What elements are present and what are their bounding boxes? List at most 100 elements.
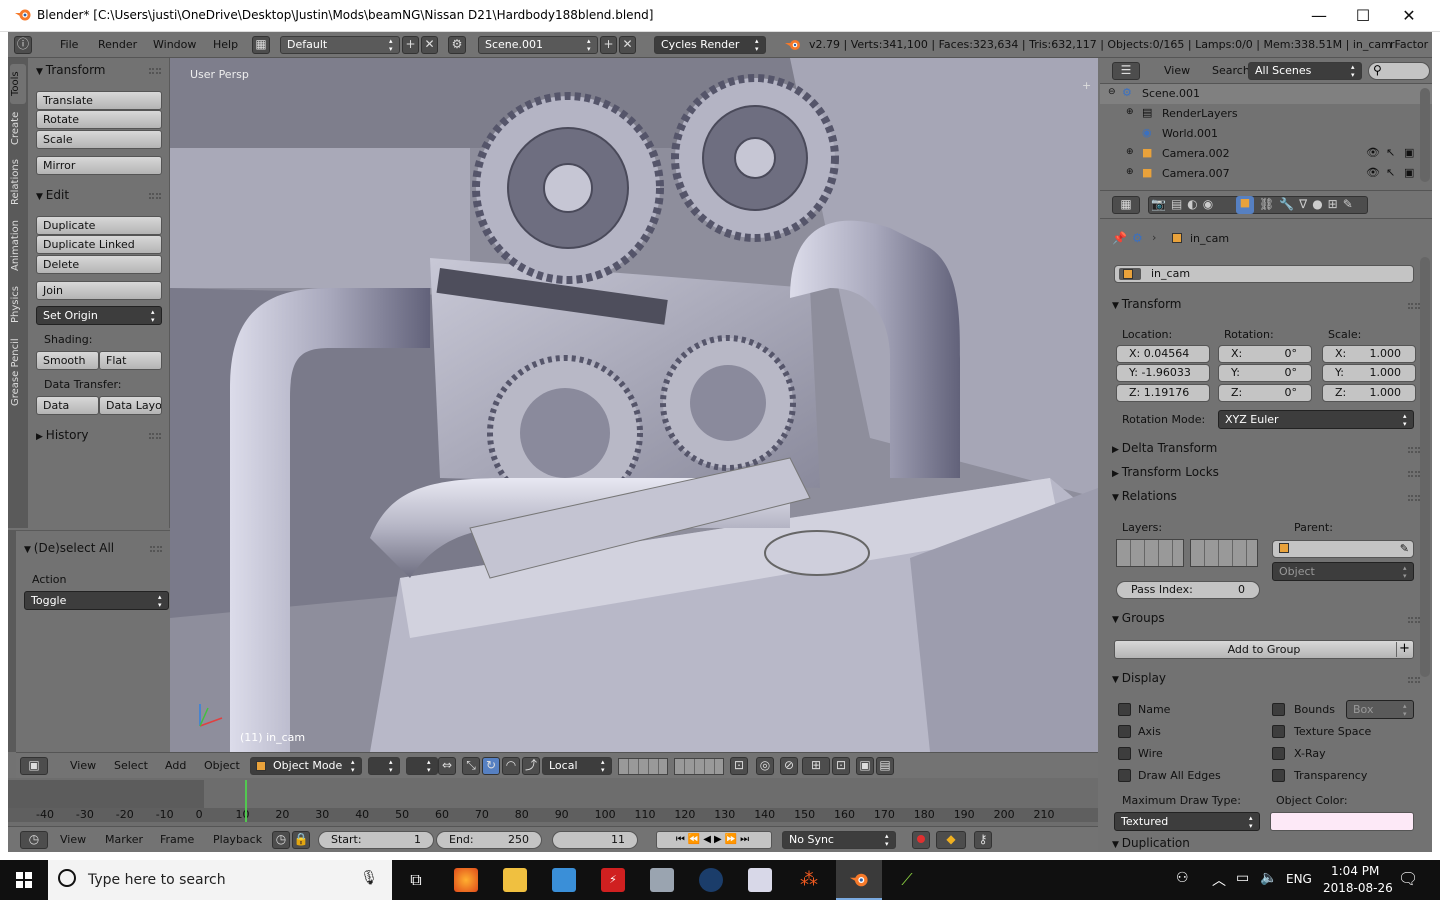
- expand-icon[interactable]: ⊕: [1126, 147, 1134, 157]
- wire-checkbox[interactable]: [1118, 747, 1131, 760]
- xray-checkbox[interactable]: [1272, 747, 1285, 760]
- menu-window[interactable]: Window: [153, 38, 196, 51]
- manipulator-toggle-icon[interactable]: ⇔: [438, 757, 456, 775]
- timeline[interactable]: -40 -30 -20 -10 0 10 20 30 40 50 60 70 80 90 100 110 120…: [8, 778, 1098, 826]
- transparency-checkbox[interactable]: [1272, 769, 1285, 782]
- tab-physics[interactable]: Physics: [10, 280, 26, 330]
- join-button[interactable]: Join: [36, 281, 162, 300]
- steam-icon[interactable]: [699, 868, 723, 892]
- transform-locks-header[interactable]: Transform Locks: [1112, 465, 1219, 479]
- delete-screen-button[interactable]: ✕: [421, 36, 438, 54]
- viewport-shading-select[interactable]: [368, 757, 400, 775]
- info-editor-icon[interactable]: ⓘ: [14, 36, 32, 54]
- pass-index-field[interactable]: Pass Index: 0: [1116, 581, 1260, 599]
- duplicate-button[interactable]: Duplicate: [36, 216, 162, 235]
- properties-editor-icon[interactable]: ▦: [1112, 196, 1140, 214]
- duplicate-linked-button[interactable]: Duplicate Linked: [36, 235, 162, 254]
- mode-select[interactable]: Object Mode: [250, 757, 362, 775]
- outliner-editor-icon[interactable]: ☰: [1112, 62, 1140, 80]
- bounds-checkbox[interactable]: [1272, 703, 1285, 716]
- menu-marker[interactable]: Marker: [105, 833, 143, 846]
- snap-toggle-icon[interactable]: ⊘: [780, 757, 798, 775]
- outliner-row-camera-007[interactable]: ⊕ ■ Camera.007 👁 ↖ ▣: [1100, 164, 1432, 184]
- groups-header[interactable]: Groups: [1112, 611, 1165, 625]
- rotation-y-field[interactable]: Y: 0°: [1218, 364, 1312, 382]
- display-header[interactable]: Display: [1112, 671, 1166, 685]
- current-frame-field[interactable]: 11: [552, 831, 638, 849]
- sync-select[interactable]: No Sync: [782, 831, 896, 849]
- delete-button[interactable]: Delete: [36, 255, 162, 274]
- tab-create[interactable]: Create: [10, 106, 26, 150]
- duplication-header[interactable]: Duplication: [1112, 836, 1190, 850]
- layer-grid-2[interactable]: [1190, 539, 1258, 567]
- render-camera-icon[interactable]: ▣: [1404, 166, 1414, 179]
- flat-button[interactable]: Flat: [99, 351, 162, 370]
- location-x-field[interactable]: X: 0.04564: [1116, 345, 1210, 363]
- outliner-row-renderlayers[interactable]: ⊕ ▤ RenderLayers: [1100, 104, 1432, 124]
- axis-checkbox[interactable]: [1118, 725, 1131, 738]
- viewport-expand-icon[interactable]: +: [1082, 80, 1094, 92]
- menu-timeline-view[interactable]: View: [60, 833, 86, 846]
- texture-space-checkbox[interactable]: [1272, 725, 1285, 738]
- data-layout-button[interactable]: Data Layo: [99, 396, 162, 415]
- proportional-edit-icon[interactable]: ◎: [756, 757, 774, 775]
- screen-layout-icon[interactable]: ▦: [252, 36, 270, 54]
- timeline-editor-icon[interactable]: ◷: [20, 831, 48, 849]
- menu-file[interactable]: File: [60, 38, 78, 51]
- graph-app-icon[interactable]: ⟋: [895, 868, 919, 892]
- max-draw-type-dropdown[interactable]: Textured: [1114, 812, 1260, 831]
- clock-time[interactable]: 1:04 PM: [1331, 864, 1379, 878]
- object-name-field[interactable]: in_cam: [1114, 265, 1414, 283]
- properties-scrollbar[interactable]: [1420, 257, 1430, 677]
- insert-keyframe-icon[interactable]: ⚷: [974, 831, 992, 849]
- history-panel-header[interactable]: History: [36, 428, 89, 442]
- operator-panel-header[interactable]: (De)select All: [24, 541, 114, 555]
- tab-relations[interactable]: Relations: [10, 152, 26, 212]
- add-group-plus-icon[interactable]: +: [1396, 642, 1412, 657]
- 3d-viewport[interactable]: User Persp (11) in_cam +: [170, 58, 1098, 752]
- firefox-icon[interactable]: [454, 868, 478, 892]
- layer-buttons-2[interactable]: [674, 758, 724, 775]
- outliner-row-world[interactable]: ◉ World.001: [1100, 124, 1432, 144]
- window-app-icon[interactable]: [650, 868, 674, 892]
- panel-grip[interactable]: [1408, 471, 1420, 477]
- outliner-scrollbar[interactable]: [1420, 88, 1430, 182]
- store-icon[interactable]: [552, 868, 576, 892]
- scene-select[interactable]: Scene.001: [478, 36, 598, 54]
- pivot-select[interactable]: [406, 757, 438, 775]
- panel-grip[interactable]: [1408, 303, 1420, 309]
- scale-manipulator-icon[interactable]: ◠: [502, 757, 520, 775]
- end-frame-field[interactable]: End: 250: [436, 831, 542, 849]
- outliner-search-input[interactable]: ⚲: [1368, 62, 1430, 80]
- mirror-button[interactable]: Mirror: [36, 156, 162, 175]
- opengl-render-icon[interactable]: ▣: [856, 757, 874, 775]
- rotation-x-field[interactable]: X: 0°: [1218, 345, 1312, 363]
- network-icon[interactable]: ▭: [1236, 870, 1249, 886]
- render-engine-select[interactable]: Cycles Render: [654, 36, 766, 54]
- bounds-type-dropdown[interactable]: Box: [1346, 700, 1414, 719]
- outliner-display-mode-select[interactable]: All Scenes: [1248, 62, 1362, 80]
- relations-header[interactable]: Relations: [1112, 489, 1177, 503]
- playback-controls[interactable]: ⏮⏪◀▶⏩⏭: [656, 831, 772, 849]
- menu-object[interactable]: Object: [204, 759, 240, 772]
- menu-frame[interactable]: Frame: [160, 833, 194, 846]
- orientation-select[interactable]: Local: [542, 757, 612, 775]
- language-indicator[interactable]: ENG: [1286, 872, 1312, 886]
- tab-tools[interactable]: Tools: [10, 64, 26, 104]
- outliner-row-scene[interactable]: ⊖ ⚙ Scene.001: [1100, 84, 1432, 104]
- rotate-button[interactable]: Rotate: [36, 110, 162, 129]
- menu-render[interactable]: Render: [98, 38, 137, 51]
- snap-element-icon[interactable]: ⊞: [802, 757, 830, 775]
- microphone-icon[interactable]: 🎙: [360, 870, 378, 886]
- add-scene-button[interactable]: +: [600, 36, 617, 54]
- orientation-icon[interactable]: ⤴: [522, 757, 540, 775]
- panel-grip[interactable]: [1408, 495, 1420, 501]
- delete-scene-button[interactable]: ✕: [619, 36, 636, 54]
- data-button[interactable]: Data: [36, 396, 99, 415]
- timeline-ruler[interactable]: -40 -30 -20 -10 0 10 20 30 40 50 60 70 80 90 100 110 120…: [8, 780, 1098, 822]
- collapse-icon[interactable]: ⊖: [1108, 87, 1116, 97]
- visibility-eye-icon[interactable]: 👁: [1366, 146, 1380, 159]
- close-button[interactable]: ✕: [1386, 0, 1432, 31]
- pin-icon[interactable]: 📌: [1112, 231, 1127, 245]
- menu-help[interactable]: Help: [213, 38, 238, 51]
